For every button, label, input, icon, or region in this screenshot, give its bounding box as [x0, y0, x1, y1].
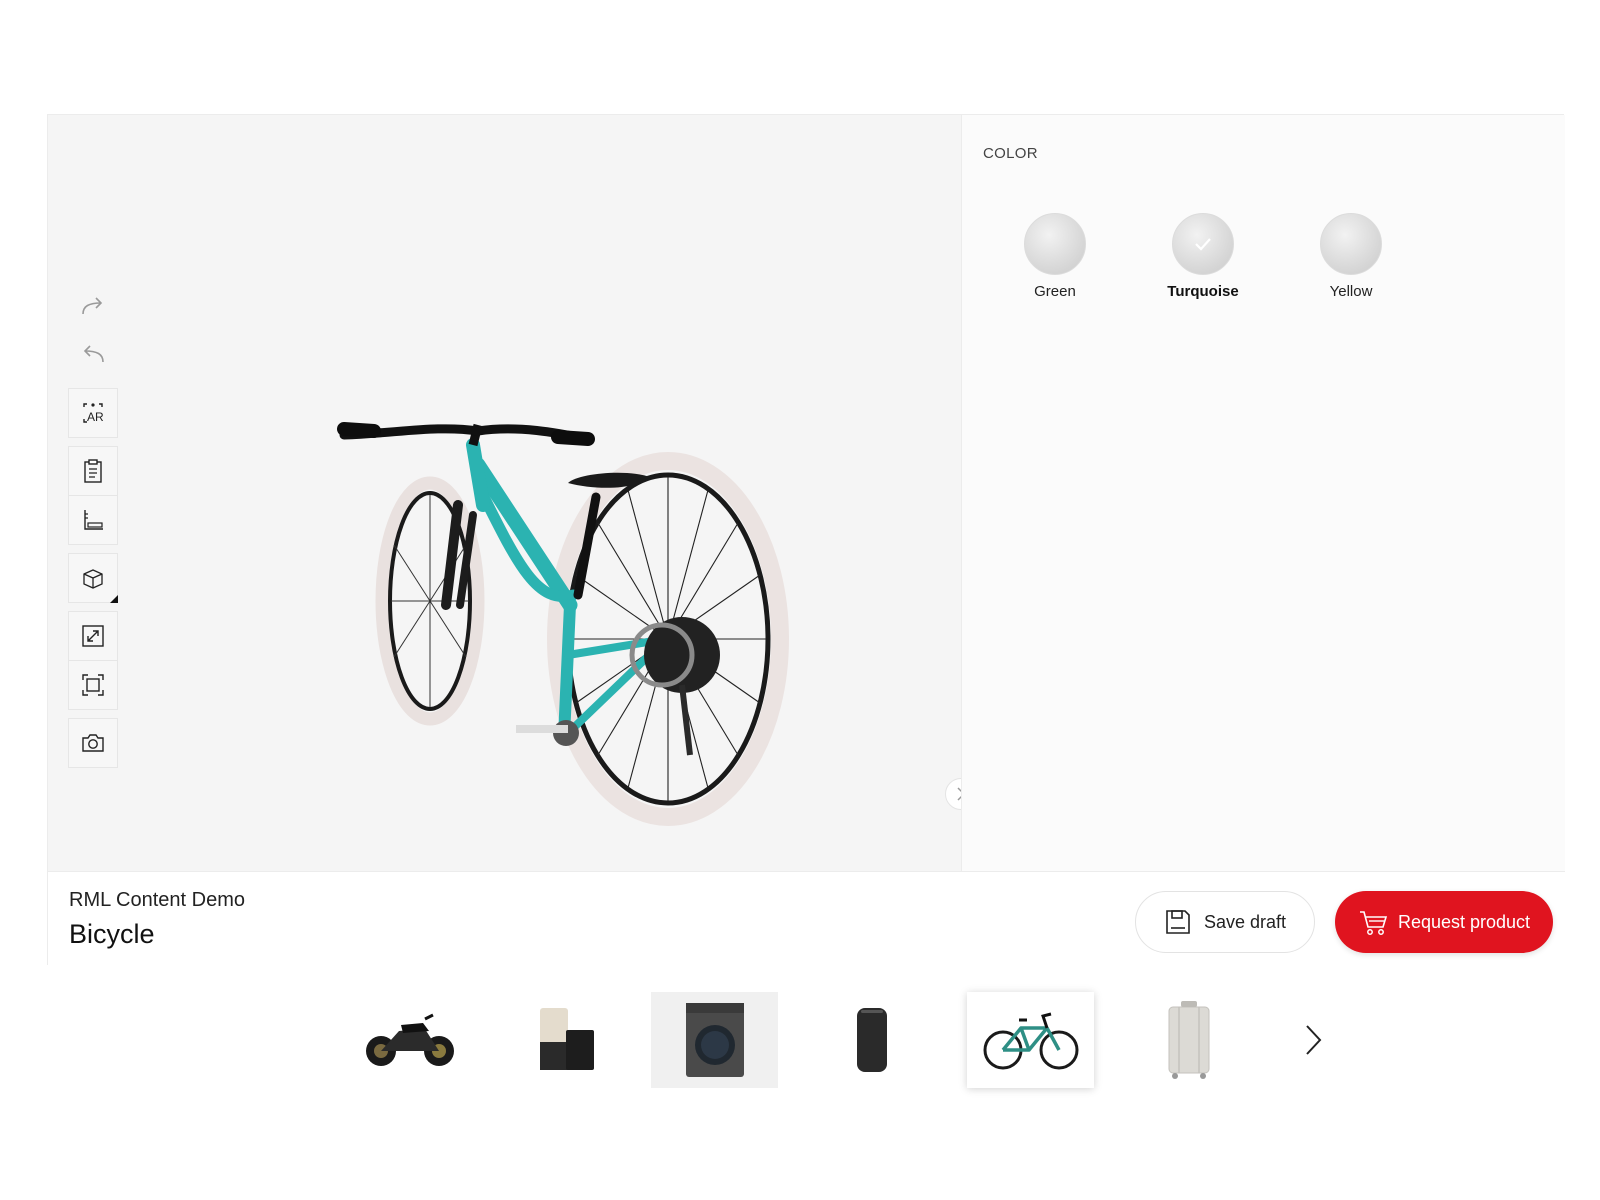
undo-button[interactable]: [68, 335, 118, 375]
save-draft-button[interactable]: Save draft: [1135, 891, 1315, 953]
chevron-right-icon: [957, 787, 961, 801]
measure-button[interactable]: [68, 495, 118, 545]
bicycle-3d-model[interactable]: [278, 305, 798, 871]
request-product-label: Request product: [1397, 911, 1531, 932]
washing-machine-icon: [685, 1003, 744, 1077]
swatch-label: Yellow: [1329, 283, 1373, 300]
view-mode-button[interactable]: [68, 553, 118, 603]
fit-view-button[interactable]: [68, 660, 118, 710]
product-carousel: [345, 992, 1335, 1092]
suitcase-icon: [1168, 1001, 1209, 1079]
bicycle-icon: [983, 1012, 1078, 1070]
swatch-circle: [1172, 213, 1234, 275]
redo-button[interactable]: [68, 287, 118, 327]
swatch-label: Green: [1034, 283, 1076, 300]
save-draft-label: Save draft: [1203, 911, 1287, 932]
ar-view-icon: AR: [83, 403, 104, 424]
measure-icon: [84, 510, 103, 530]
carousel-item-suitcase[interactable]: [1125, 992, 1252, 1088]
expand-icon: [82, 625, 104, 647]
motorcycle-icon: [365, 1013, 454, 1066]
product-configurator: AR COLOR Green Turquoise Yellow RML Cont…: [47, 114, 1565, 966]
carousel-next-button[interactable]: [1295, 1020, 1331, 1060]
clipboard-icon: [84, 459, 102, 483]
ar-button[interactable]: AR: [68, 388, 118, 438]
camera-icon: [82, 734, 104, 752]
color-swatch-green[interactable]: Green: [1000, 213, 1110, 300]
product-footer: RML Content Demo Bicycle Save draft Requ…: [48, 871, 1565, 966]
3d-viewer[interactable]: AR: [48, 115, 961, 871]
product-title: Bicycle: [69, 919, 155, 949]
color-section-title: COLOR: [983, 145, 1038, 162]
carousel-item-washing-machine[interactable]: [651, 992, 778, 1088]
swatch-label: Turquoise: [1167, 283, 1239, 300]
checkmark-icon: [1195, 238, 1211, 251]
color-swatch-turquoise[interactable]: Turquoise: [1148, 213, 1258, 300]
request-product-button[interactable]: Request product: [1335, 891, 1553, 953]
carousel-item-speaker[interactable]: [808, 992, 935, 1088]
coffee-machine-icon: [539, 1008, 594, 1070]
options-panel: COLOR Green Turquoise Yellow: [961, 115, 1565, 871]
color-swatch-yellow[interactable]: Yellow: [1296, 213, 1406, 300]
swatch-circle: [1024, 213, 1086, 275]
cube-view-icon: [83, 569, 103, 589]
speaker-icon: [856, 1008, 887, 1072]
undo-icon: [83, 345, 104, 363]
carousel-item-bicycle[interactable]: [967, 992, 1094, 1088]
screenshot-button[interactable]: [68, 718, 118, 768]
ar-label: AR: [87, 410, 104, 424]
fit-frame-icon: [82, 674, 104, 696]
redo-icon: [82, 297, 103, 315]
fullscreen-button[interactable]: [68, 611, 118, 661]
brand-name: RML Content Demo: [69, 889, 245, 911]
chevron-right-icon: [1306, 1025, 1322, 1055]
floppy-disk-icon: [1166, 910, 1190, 934]
carousel-item-coffee-machine[interactable]: [502, 992, 629, 1088]
swatch-circle: [1320, 213, 1382, 275]
carousel-item-motorcycle[interactable]: [345, 992, 472, 1088]
summary-button[interactable]: [68, 446, 118, 496]
shopping-cart-icon: [1359, 911, 1388, 935]
collapse-panel-button[interactable]: [945, 778, 961, 810]
submenu-indicator: [110, 595, 118, 603]
